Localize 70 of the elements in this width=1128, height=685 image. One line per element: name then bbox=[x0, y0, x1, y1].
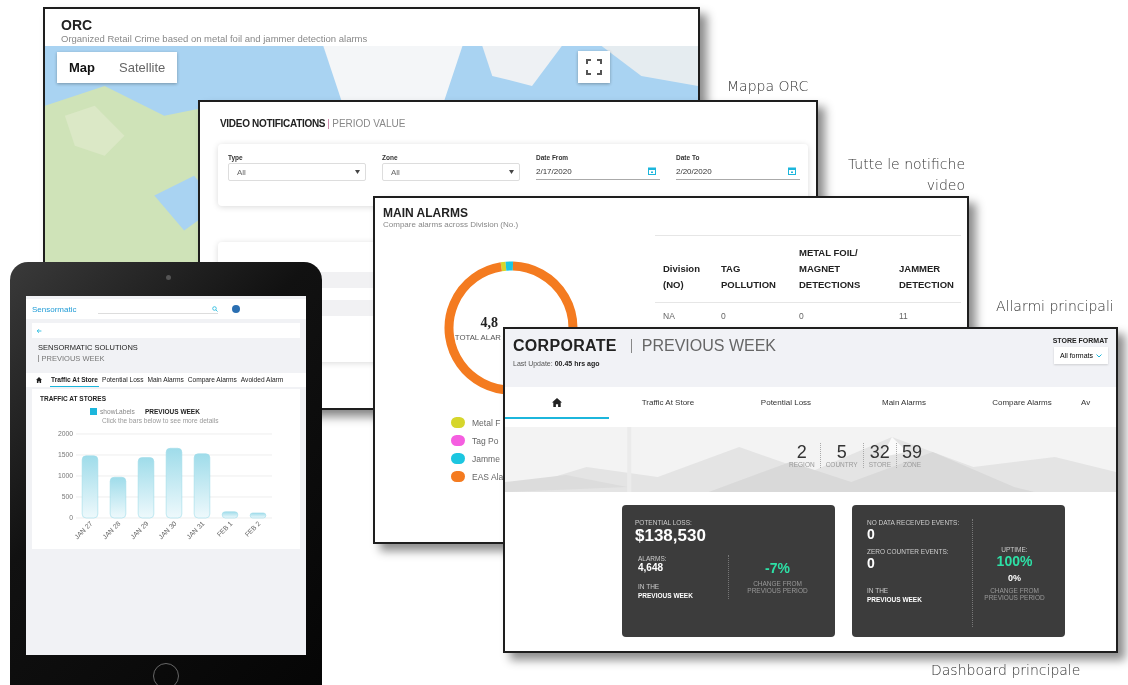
chart-bar[interactable] bbox=[137, 457, 155, 519]
tab[interactable]: Potential Loss bbox=[727, 387, 845, 419]
column-header: METAL FOIL/ MAGNET DETECTIONS bbox=[791, 235, 891, 303]
chart-bar[interactable] bbox=[81, 455, 99, 519]
caption: Tutte le notifiche video bbox=[846, 155, 965, 195]
select-field[interactable]: All bbox=[228, 163, 366, 181]
user-avatar[interactable] bbox=[232, 305, 240, 313]
legend-label: EAS Ala bbox=[472, 471, 504, 482]
chart-bar[interactable] bbox=[249, 512, 267, 519]
show-labels-checkbox[interactable] bbox=[90, 408, 97, 415]
tab[interactable]: Traffic At Store bbox=[609, 387, 727, 419]
caret-icon bbox=[1096, 353, 1102, 358]
change-value: -7% bbox=[765, 560, 790, 576]
map-type-tab[interactable]: Map bbox=[57, 52, 107, 83]
chart-bar[interactable] bbox=[221, 511, 239, 519]
window-title: ORC bbox=[61, 18, 94, 33]
map-type-tab[interactable]: Satellite bbox=[107, 52, 178, 83]
legend-label: Tag Po bbox=[472, 435, 499, 446]
caption: Dashboard principale bbox=[931, 662, 1081, 678]
panel-subtitle: PERIOD VALUE bbox=[332, 118, 406, 129]
change-value: 0% bbox=[1008, 572, 1021, 583]
column-header: Division (NO) bbox=[655, 235, 713, 303]
count-value: 5 bbox=[836, 443, 847, 461]
caption: Allarmi principali bbox=[996, 298, 1114, 314]
camera-dot bbox=[166, 275, 171, 280]
calendar-icon bbox=[788, 167, 796, 175]
uptime-value: 100% bbox=[996, 552, 1033, 569]
table-cell: 0 bbox=[713, 302, 791, 321]
date-field[interactable]: 2/17/2020 bbox=[536, 163, 660, 180]
chart-bar[interactable] bbox=[109, 476, 127, 519]
logo: Sensormatic bbox=[32, 304, 78, 314]
period-label: PREVIOUS WEEK bbox=[641, 337, 776, 355]
chart-bar[interactable] bbox=[165, 447, 183, 519]
stat-value: $138,530 bbox=[635, 526, 707, 545]
legend-label: Metal F bbox=[472, 417, 501, 428]
calendar-icon bbox=[648, 167, 656, 175]
search-field[interactable] bbox=[98, 304, 218, 314]
select-field[interactable]: All bbox=[382, 163, 520, 181]
chart-bar[interactable] bbox=[193, 453, 211, 519]
dashboard-title: CORPORATE bbox=[513, 337, 617, 355]
fullscreen-button[interactable] bbox=[578, 51, 610, 83]
table-cell: 0 bbox=[791, 302, 891, 321]
back-arrow-icon[interactable] bbox=[36, 327, 42, 334]
date-field[interactable]: 2/20/2020 bbox=[676, 163, 800, 180]
home-icon bbox=[36, 376, 42, 383]
panel-title: VIDEO NOTIFICATIONS bbox=[220, 118, 326, 129]
window-subtitle: Organized Retail Crime based on metal foil and jammer detection alarms bbox=[61, 33, 369, 44]
home-icon bbox=[552, 397, 562, 407]
tab[interactable]: Main Alarms bbox=[845, 387, 963, 419]
column-header: JAMMER DETECTION bbox=[891, 235, 961, 303]
panel-title: MAIN ALARMS bbox=[383, 206, 469, 220]
panel-subtitle: Compare alarms across Division (No.) bbox=[383, 220, 520, 229]
stat-value: 0 bbox=[867, 555, 876, 571]
caret-icon bbox=[509, 170, 514, 174]
fullscreen-icon bbox=[586, 59, 602, 75]
search-icon bbox=[212, 305, 218, 312]
column-header: TAG POLLUTION bbox=[713, 235, 791, 303]
count-value: 32 bbox=[869, 443, 890, 461]
table-cell: NA bbox=[655, 302, 713, 321]
table-cell: 11 bbox=[891, 302, 961, 321]
caption: Mappa ORC bbox=[727, 78, 809, 94]
count-value: 2 bbox=[796, 443, 807, 461]
count-value: 59 bbox=[901, 443, 922, 461]
caret-icon bbox=[355, 170, 360, 174]
tab[interactable]: Compare Alarms bbox=[963, 387, 1081, 419]
stat-value: 4,648 bbox=[638, 562, 665, 573]
legend-label: Jamme bbox=[472, 453, 500, 464]
tab[interactable]: Av bbox=[1081, 387, 1101, 419]
total-value: 4,8 bbox=[480, 315, 498, 331]
stat-value: 0 bbox=[867, 526, 876, 542]
